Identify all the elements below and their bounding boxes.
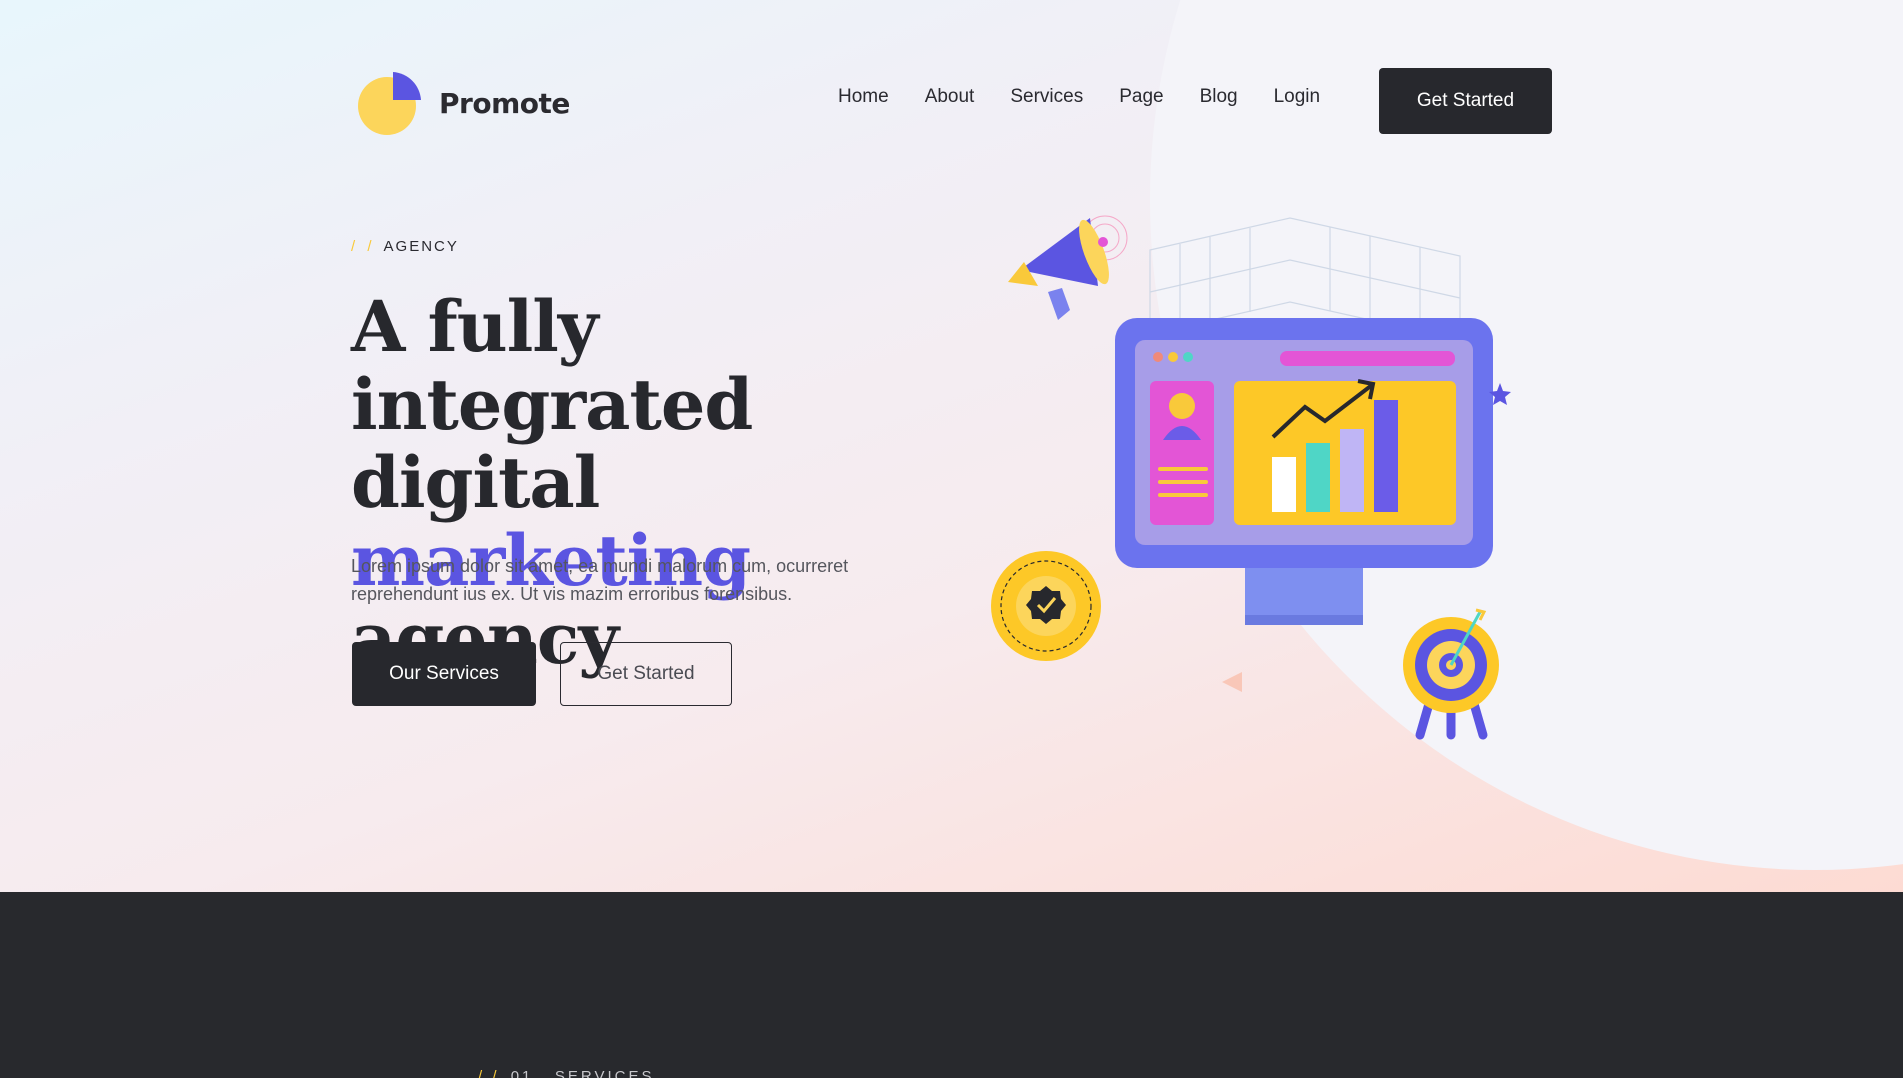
headline-part1: A fully integrated digital [351, 285, 753, 524]
hero-illustration [980, 200, 1540, 760]
header-get-started-button[interactable]: Get Started [1379, 68, 1552, 134]
nav-services[interactable]: Services [1010, 86, 1083, 108]
verified-badge-icon [991, 551, 1101, 661]
hero-section: Promote Home About Services Page Blog Lo… [0, 0, 1903, 892]
hero-eyebrow: / / AGENCY [351, 238, 459, 255]
target-icon [1403, 608, 1499, 740]
megaphone-icon [1008, 215, 1128, 320]
hero-headline: A fully integrated digital marketing age… [351, 288, 991, 678]
hero-get-started-button[interactable]: Get Started [560, 642, 732, 706]
services-section: / / 01 . SERVICES [0, 892, 1903, 1078]
monitor-chart-icon [1115, 318, 1493, 625]
services-eyebrow-text: 01 . SERVICES [510, 1068, 655, 1078]
nav-about[interactable]: About [925, 86, 975, 108]
pie-chart-icon [357, 70, 423, 136]
our-services-button[interactable]: Our Services [352, 642, 536, 706]
hero-description: Lorem ipsum dolor sit amet, ea mundi mal… [351, 556, 849, 604]
main-nav: Home About Services Page Blog Login [838, 86, 1320, 108]
site-header: Promote Home About Services Page Blog Lo… [351, 56, 1553, 136]
nav-blog[interactable]: Blog [1200, 86, 1238, 108]
nav-login[interactable]: Login [1274, 86, 1321, 108]
triangle-decoration [1222, 672, 1242, 692]
nav-page[interactable]: Page [1119, 86, 1163, 108]
eyebrow-text: AGENCY [383, 238, 459, 255]
eyebrow-slashes: / / [351, 238, 376, 255]
brand-logo[interactable]: Promote [357, 70, 570, 136]
services-eyebrow: / / 01 . SERVICES [478, 1068, 654, 1078]
nav-home[interactable]: Home [838, 86, 889, 108]
services-eyebrow-slashes: / / [478, 1068, 500, 1078]
brand-name: Promote [439, 86, 570, 120]
